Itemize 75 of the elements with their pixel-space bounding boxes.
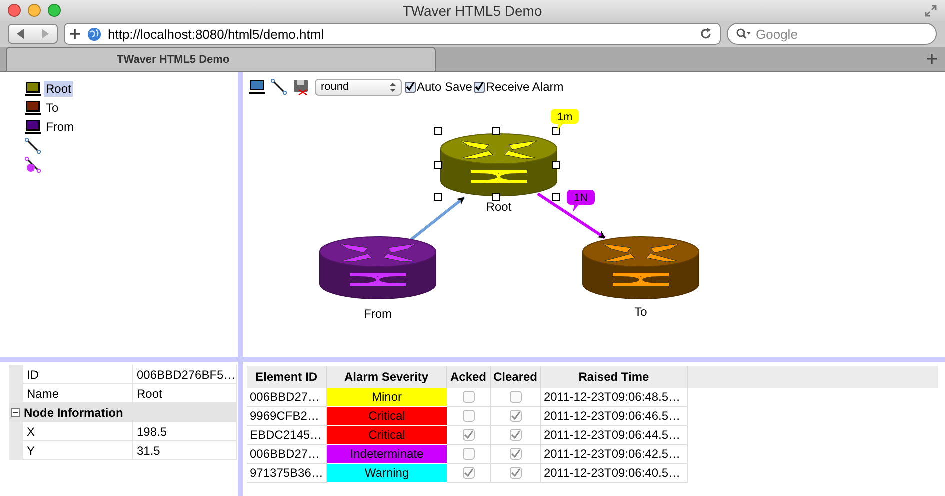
- reload-icon[interactable]: [700, 28, 712, 40]
- column-header[interactable]: Acked: [447, 366, 491, 388]
- column-header[interactable]: Raised Time: [541, 366, 688, 388]
- checkbox[interactable]: [510, 429, 522, 441]
- property-name: ID: [23, 365, 133, 384]
- property-value: Root: [133, 384, 237, 403]
- minimize-icon[interactable]: [28, 4, 41, 17]
- column-header[interactable]: Element ID: [247, 366, 327, 388]
- new-tab-icon[interactable]: [927, 54, 937, 64]
- checkmark-icon: [464, 430, 474, 440]
- checkbox[interactable]: [462, 391, 474, 403]
- address-field[interactable]: http://localhost:8080/html5/demo.html: [64, 23, 721, 45]
- severity-cell: Critical: [327, 426, 447, 445]
- checkbox[interactable]: [510, 467, 522, 479]
- property-value: 198.5: [133, 422, 237, 441]
- column-header[interactable]: Alarm Severity: [327, 366, 447, 388]
- link-icon[interactable]: [271, 79, 287, 95]
- checkbox[interactable]: [462, 467, 474, 479]
- link-arrow[interactable]: [410, 196, 465, 242]
- search-icon: [736, 28, 752, 40]
- checkmark-icon: [475, 82, 484, 92]
- router-drawing[interactable]: [434, 128, 560, 202]
- layout-select[interactable]: round: [315, 78, 402, 96]
- search-input[interactable]: Google: [756, 25, 926, 43]
- table-cell: 2011-12-23T09:06:40.5…: [541, 464, 688, 483]
- checkbox[interactable]: [510, 410, 522, 422]
- tree-item[interactable]: Root: [44, 81, 74, 97]
- save-icon[interactable]: [293, 79, 309, 95]
- checkbox-label[interactable]: Receive Alarm: [486, 80, 564, 94]
- tree-item[interactable]: To: [44, 100, 61, 116]
- checkbox[interactable]: [405, 82, 416, 92]
- forward-icon: [41, 29, 49, 39]
- plus-icon[interactable]: [69, 28, 81, 40]
- column-header[interactable]: Cleared: [491, 366, 541, 388]
- property-value: 006BBD276BF5…: [133, 365, 237, 384]
- browser-tab[interactable]: TWaver HTML5 Demo: [6, 47, 436, 71]
- node-label: To: [634, 305, 648, 319]
- table-cell: 2011-12-23T09:06:46.5…: [541, 407, 688, 426]
- table-cell: 2011-12-23T09:06:48.5…: [541, 388, 688, 407]
- tree-item[interactable]: From: [44, 119, 76, 135]
- link-arrow[interactable]: [537, 192, 606, 240]
- zoom-icon[interactable]: [48, 4, 61, 17]
- table-cell: 2011-12-23T09:06:44.5…: [541, 426, 688, 445]
- node-label: From: [364, 307, 392, 321]
- property-name: X: [23, 422, 133, 441]
- property-name: Y: [23, 441, 133, 460]
- node-label: Root: [486, 200, 512, 214]
- close-icon[interactable]: [8, 4, 21, 17]
- window-title: TWaver HTML5 Demo: [402, 2, 544, 18]
- checkbox[interactable]: [510, 448, 522, 460]
- search-field[interactable]: Google: [727, 23, 937, 45]
- checkbox[interactable]: [474, 82, 486, 92]
- computer-icon[interactable]: [249, 79, 265, 95]
- table-cell: 2011-12-23T09:06:42.5…: [541, 445, 688, 464]
- checkbox-label[interactable]: Auto Save: [417, 80, 472, 94]
- checkbox[interactable]: [462, 448, 474, 460]
- router-drawing[interactable]: [320, 236, 436, 300]
- checkbox[interactable]: [462, 410, 474, 422]
- globe-icon: [87, 26, 102, 42]
- checkbox[interactable]: [462, 429, 474, 441]
- severity-cell: Critical: [327, 407, 447, 426]
- severity-cell: Minor: [327, 388, 447, 407]
- back-icon: [17, 29, 25, 39]
- checkmark-icon: [406, 82, 415, 92]
- severity-cell: Indeterminate: [327, 445, 447, 464]
- severity-cell: Warning: [327, 464, 447, 483]
- checkmark-icon: [464, 468, 474, 478]
- property-name: Name: [23, 384, 133, 403]
- router-drawing[interactable]: [582, 236, 700, 300]
- chevron-icon: [390, 82, 396, 92]
- checkbox[interactable]: [510, 391, 522, 403]
- fullscreen-icon[interactable]: [925, 4, 937, 16]
- collapse-icon[interactable]: [11, 408, 20, 417]
- property-value: 31.5: [133, 441, 237, 460]
- group-header: Node Information: [24, 406, 124, 420]
